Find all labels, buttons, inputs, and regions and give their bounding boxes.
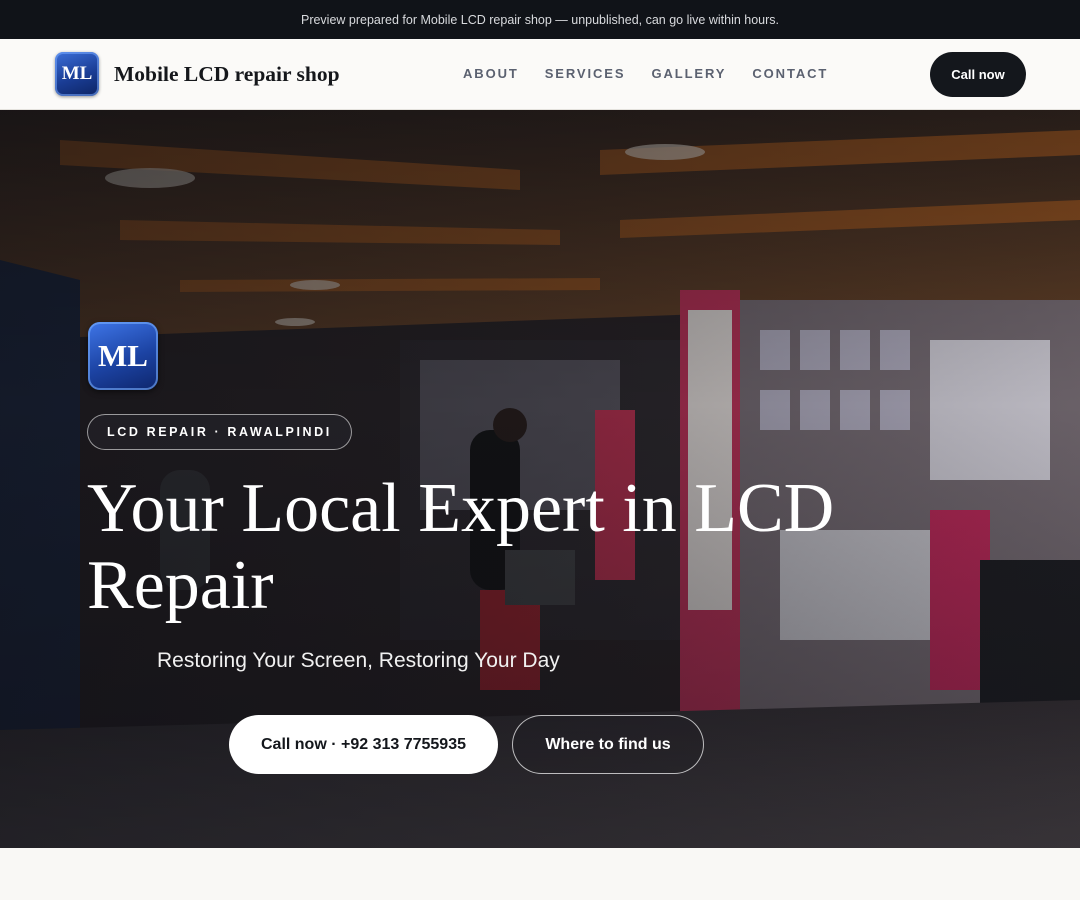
hero-headline: Your Local Expert in LCD Repair xyxy=(87,470,835,624)
nav-link-about[interactable]: ABOUT xyxy=(463,66,519,81)
where-to-find-us-button[interactable]: Where to find us xyxy=(512,715,704,774)
nav-link-gallery[interactable]: GALLERY xyxy=(651,66,726,81)
brand-name[interactable]: Mobile LCD repair shop xyxy=(114,62,340,87)
brand-logo[interactable]: ML xyxy=(55,52,99,96)
preview-banner: Preview prepared for Mobile LCD repair s… xyxy=(0,0,1080,39)
hero-logo-badge: ML xyxy=(88,322,158,390)
call-now-button[interactable]: Call now · +92 313 7755935 xyxy=(229,715,498,774)
header-call-button[interactable]: Call now xyxy=(930,52,1026,97)
next-section xyxy=(0,848,1080,900)
location-tag: LCD REPAIR · RAWALPINDI xyxy=(87,414,352,450)
nav-link-services[interactable]: SERVICES xyxy=(545,66,626,81)
nav-link-contact[interactable]: CONTACT xyxy=(752,66,828,81)
hero-subheadline: Restoring Your Screen, Restoring Your Da… xyxy=(157,649,560,672)
site-header: ML Mobile LCD repair shop ABOUT SERVICES… xyxy=(0,39,1080,110)
main-nav: ABOUT SERVICES GALLERY CONTACT xyxy=(463,66,828,81)
hero-section: ML LCD REPAIR · RAWALPINDI Your Local Ex… xyxy=(0,110,1080,848)
preview-banner-text: Preview prepared for Mobile LCD repair s… xyxy=(300,12,780,27)
